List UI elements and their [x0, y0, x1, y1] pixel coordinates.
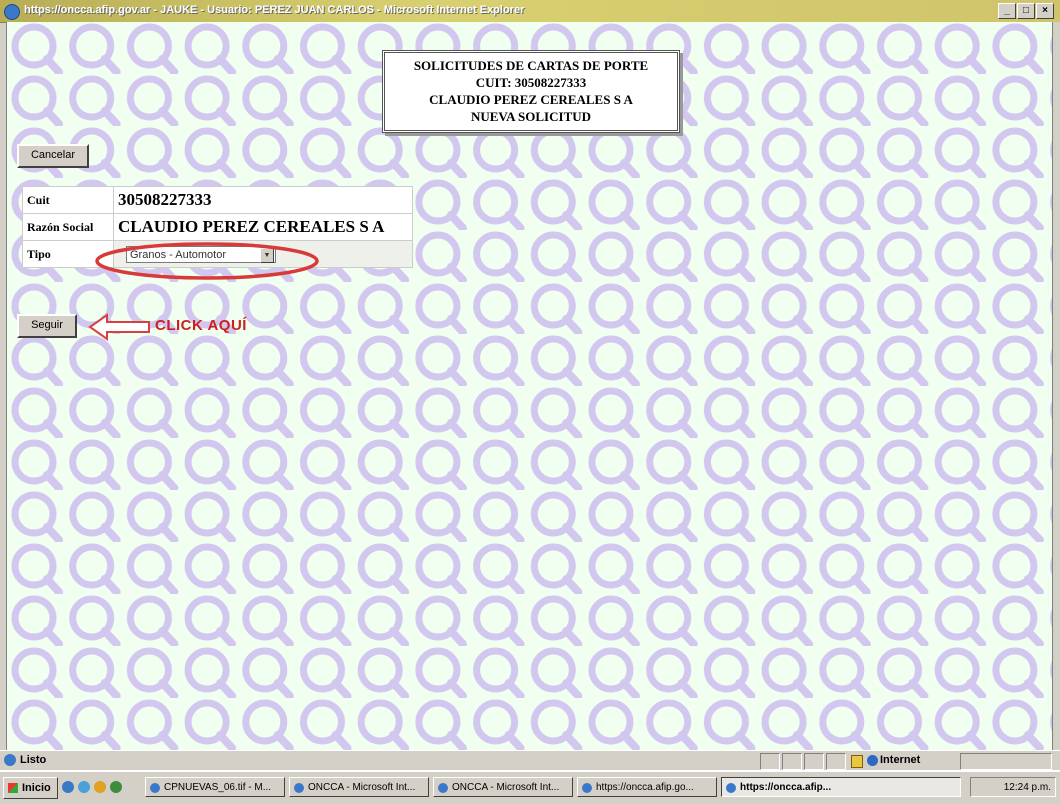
header-company: CLAUDIO PEREZ CEREALES S A [429, 92, 633, 107]
globe-icon [867, 755, 878, 766]
click-here-annotation: CLICK AQUÍ [155, 317, 247, 334]
page-content: SOLICITUDES DE CARTAS DE PORTE CUIT: 305… [6, 22, 1053, 750]
highlight-ellipse [95, 242, 319, 280]
page-header: SOLICITUDES DE CARTAS DE PORTE CUIT: 305… [382, 50, 680, 133]
razon-social-label: Razón Social [22, 213, 114, 241]
taskbar-item[interactable]: CPNUEVAS_06.tif - M... [145, 777, 285, 797]
cancel-button[interactable]: Cancelar [17, 144, 89, 168]
status-segment [760, 753, 780, 770]
media-quicklaunch-icon[interactable] [110, 781, 122, 793]
status-bar: Listo Internet [0, 750, 1060, 771]
window-controls: _ □ × [998, 3, 1054, 19]
header-cuit: CUIT: 30508227333 [475, 75, 587, 90]
ie-quicklaunch-icon[interactable] [62, 781, 74, 793]
title-bar: https://oncca.afip.gov.ar - JAUKE - Usua… [0, 0, 1060, 23]
header-subtitle: NUEVA SOLICITUD [470, 109, 592, 124]
taskbar-item[interactable]: ONCCA - Microsoft Int... [433, 777, 573, 797]
status-segment [826, 753, 846, 770]
close-icon[interactable]: × [1036, 3, 1054, 19]
zone-label: Internet [880, 754, 921, 766]
razon-social-value: CLAUDIO PEREZ CEREALES S A [113, 213, 413, 241]
taskbar-item[interactable]: ONCCA - Microsoft Int... [289, 777, 429, 797]
seguir-button[interactable]: Seguir [17, 314, 77, 338]
minimize-icon[interactable]: _ [998, 3, 1016, 19]
start-button[interactable]: Inicio [3, 777, 58, 799]
taskbar: Inicio CPNUEVAS_06.tif - M... ONCCA - Mi… [0, 770, 1060, 804]
arrow-left-icon [88, 313, 150, 341]
cuit-label: Cuit [22, 186, 114, 214]
outlook-quicklaunch-icon[interactable] [78, 781, 90, 793]
window-title: https://oncca.afip.gov.ar - JAUKE - Usua… [24, 4, 525, 16]
status-segment [782, 753, 802, 770]
ie-icon [4, 4, 20, 20]
folder-quicklaunch-icon[interactable] [94, 781, 106, 793]
table-row: Razón Social CLAUDIO PEREZ CEREALES S A [22, 213, 413, 241]
taskbar-item[interactable]: https://oncca.afip.go... [577, 777, 717, 797]
clock: 12:24 p.m. [1003, 782, 1051, 793]
scrollbar[interactable] [1052, 22, 1060, 750]
system-tray: 12:24 p.m. [970, 777, 1056, 797]
status-text: Listo [20, 754, 47, 766]
lock-icon [851, 755, 863, 768]
page-icon [4, 754, 16, 766]
taskbar-item-active[interactable]: https://oncca.afip... [721, 777, 961, 797]
status-segment [960, 753, 1052, 770]
status-segment [804, 753, 824, 770]
table-row: Cuit 30508227333 [22, 186, 413, 214]
header-title: SOLICITUDES DE CARTAS DE PORTE [413, 58, 649, 73]
cuit-value: 30508227333 [113, 186, 413, 214]
maximize-icon[interactable]: □ [1017, 3, 1035, 19]
